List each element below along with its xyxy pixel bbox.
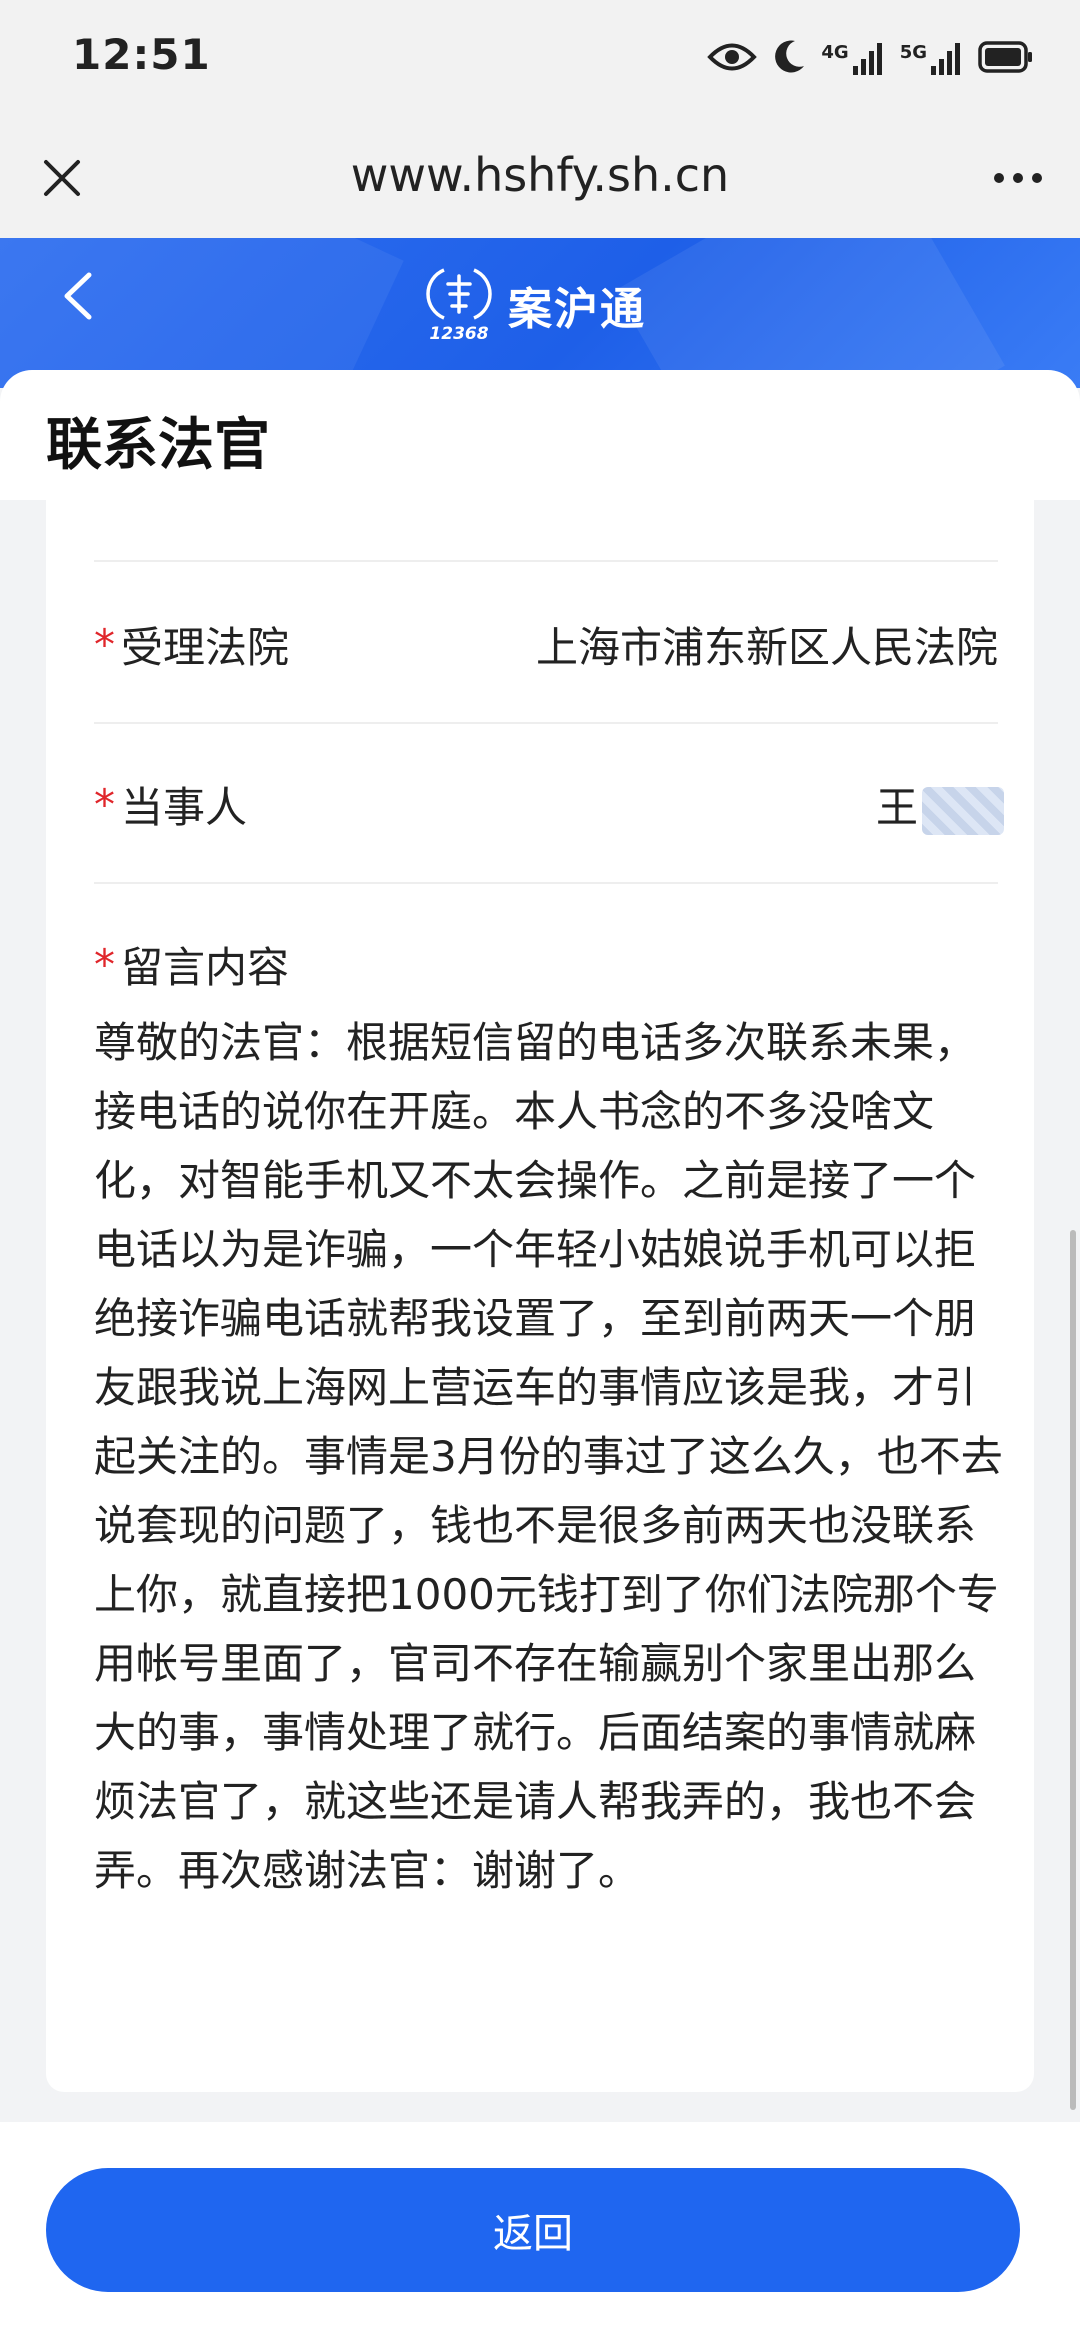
message-label: * 留言内容 bbox=[94, 940, 290, 992]
divider bbox=[94, 722, 998, 724]
browser-bar: www.hshfy.sh.cn bbox=[0, 118, 1080, 238]
party-value: 王 bbox=[876, 774, 1004, 835]
court-emblem-icon: 12368 bbox=[424, 262, 494, 348]
redacted-mask bbox=[922, 786, 1004, 835]
court-row: * 受理法院 上海市浦东新区人民法院 bbox=[94, 604, 998, 674]
moon-icon bbox=[771, 38, 807, 80]
more-icon[interactable] bbox=[986, 146, 1050, 210]
header-decoration bbox=[615, 238, 1005, 388]
chevron-left-icon bbox=[61, 271, 95, 325]
signal-4g-icon: 4G bbox=[821, 42, 885, 76]
form-card: * 受理法院 上海市浦东新区人民法院 * 当事人 王 * 留言内容 尊敬的法官：… bbox=[46, 500, 1034, 2092]
divider bbox=[94, 560, 998, 562]
message-content: 尊敬的法官：根据短信留的电话多次联系未果，接电话的说你在开庭。本人书念的不多没啥… bbox=[94, 1018, 1003, 1895]
battery-icon bbox=[978, 41, 1034, 77]
required-mark: * bbox=[94, 940, 115, 989]
message-row: * 留言内容 bbox=[94, 924, 998, 994]
signal-5g-icon: 5G bbox=[900, 42, 964, 76]
eye-icon bbox=[707, 40, 758, 78]
browser-url[interactable]: www.hshfy.sh.cn bbox=[0, 148, 1080, 202]
app-brand: 12368 案沪通 bbox=[424, 260, 646, 350]
required-mark: * bbox=[94, 620, 115, 669]
court-value: 上海市浦东新区人民法院 bbox=[535, 623, 998, 672]
page-title-card: 联系法官 bbox=[0, 370, 1080, 500]
court-label: * 受理法院 bbox=[94, 620, 290, 672]
status-time: 12:51 bbox=[72, 30, 211, 79]
app-title: 案沪通 bbox=[508, 284, 646, 335]
status-bar: 12:51 4G 5G bbox=[0, 0, 1080, 118]
app-header: 12368 案沪通 bbox=[0, 238, 1080, 388]
status-icons: 4G 5G bbox=[707, 34, 1034, 84]
bottom-bar: 返回 bbox=[0, 2122, 1080, 2340]
back-button[interactable] bbox=[48, 268, 108, 328]
required-mark: * bbox=[94, 780, 115, 829]
divider bbox=[94, 882, 998, 884]
party-row: * 当事人 王 bbox=[94, 764, 1004, 835]
party-label: * 当事人 bbox=[94, 780, 248, 832]
return-button[interactable]: 返回 bbox=[46, 2168, 1020, 2292]
page-title: 联系法官 bbox=[46, 413, 270, 478]
scrollbar[interactable] bbox=[1070, 1230, 1076, 2110]
